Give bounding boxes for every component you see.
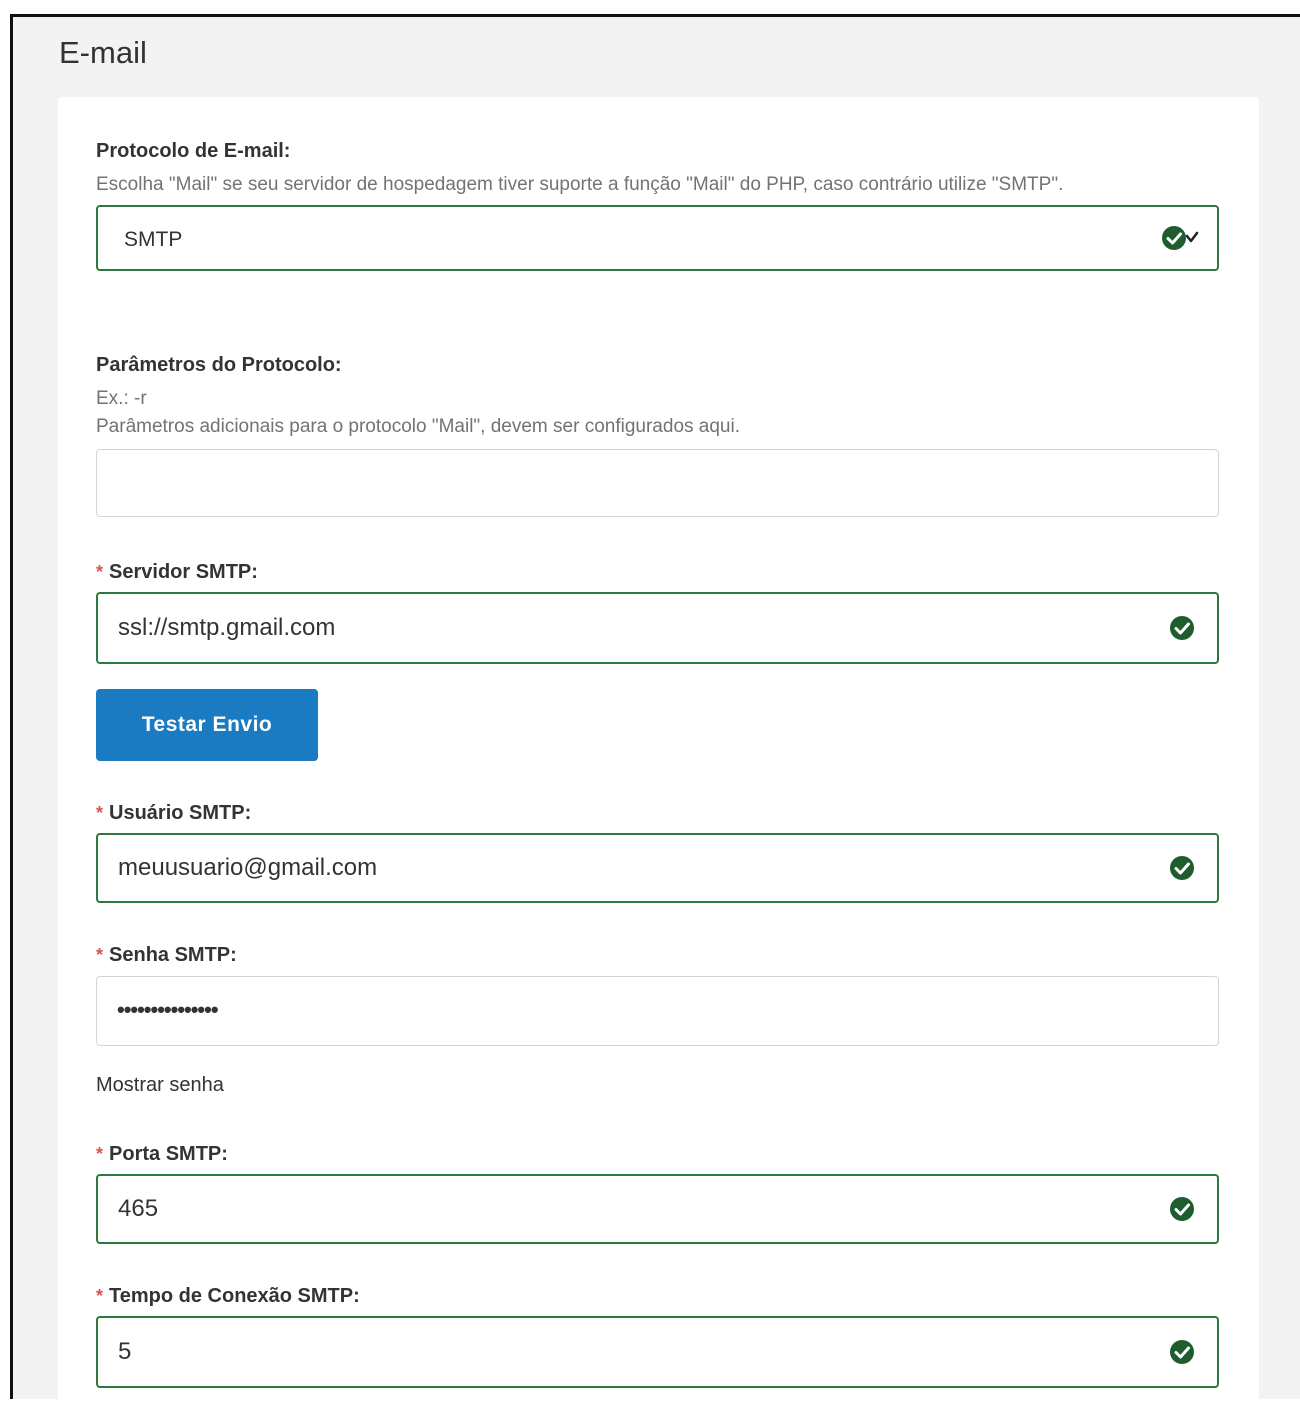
smtp-port-value: 465: [118, 1195, 159, 1222]
protocol-select[interactable]: SMTP: [96, 205, 1219, 271]
smtp-password-field: * Senha SMTP: •••••••••••••••: [96, 943, 1219, 1046]
show-password-toggle[interactable]: Mostrar senha: [96, 1074, 224, 1097]
page-title: E-mail: [59, 35, 147, 70]
protocol-selected-value: SMTP: [124, 228, 183, 251]
required-marker: *: [96, 803, 104, 823]
smtp-user-field: * Usuário SMTP: meuusuario@gmail.com: [96, 801, 1219, 903]
smtp-user-value: meuusuario@gmail.com: [118, 854, 378, 881]
smtp-timeout-label: * Tempo de Conexão SMTP:: [96, 1285, 360, 1307]
required-marker: *: [96, 1144, 104, 1164]
smtp-password-value: •••••••••••••••: [117, 997, 219, 1022]
smtp-port-label: * Porta SMTP:: [96, 1143, 228, 1165]
smtp-password-label: * Senha SMTP:: [96, 944, 237, 966]
smtp-server-field: * Servidor SMTP: ssl://smtp.gmail.com: [96, 560, 1219, 664]
test-send-button[interactable]: Testar Envio: [96, 689, 318, 761]
smtp-timeout-value: 5: [118, 1338, 132, 1365]
params-example: Ex.: -r: [96, 388, 147, 409]
params-help: Parâmetros adicionais para o protocolo "…: [96, 416, 740, 437]
smtp-port-field: * Porta SMTP: 465: [96, 1142, 1219, 1244]
smtp-timeout-field: * Tempo de Conexão SMTP: 5: [96, 1284, 1219, 1388]
params-input[interactable]: [96, 449, 1219, 517]
smtp-server-input[interactable]: ssl://smtp.gmail.com: [96, 592, 1219, 664]
settings-frame: E-mail Protocolo de E-mail: Escolha "Mai…: [10, 14, 1300, 1417]
email-settings-card: Protocolo de E-mail: Escolha "Mail" se s…: [58, 97, 1259, 1417]
smtp-server-label: * Servidor SMTP:: [96, 561, 258, 583]
params-label: Parâmetros do Protocolo:: [96, 354, 342, 376]
smtp-password-input[interactable]: •••••••••••••••: [96, 976, 1219, 1046]
required-marker: *: [96, 562, 104, 582]
params-field: Parâmetros do Protocolo: Ex.: -r Parâmet…: [96, 353, 1219, 517]
check-circle-icon: [1170, 1340, 1194, 1364]
check-circle-icon: [1170, 616, 1194, 640]
protocol-label: Protocolo de E-mail:: [96, 140, 291, 162]
required-marker: *: [96, 1286, 104, 1306]
smtp-server-value: ssl://smtp.gmail.com: [118, 614, 336, 641]
smtp-user-label: * Usuário SMTP:: [96, 802, 252, 824]
check-circle-icon: [1162, 226, 1199, 250]
protocol-help: Escolha "Mail" se seu servidor de hosped…: [96, 174, 1064, 195]
check-circle-icon: [1170, 856, 1194, 880]
smtp-user-input[interactable]: meuusuario@gmail.com: [96, 833, 1219, 903]
check-circle-icon: [1170, 1197, 1194, 1221]
smtp-port-input[interactable]: 465: [96, 1174, 1219, 1244]
protocol-field: Protocolo de E-mail: Escolha "Mail" se s…: [96, 139, 1219, 271]
required-marker: *: [96, 945, 104, 965]
smtp-timeout-input[interactable]: 5: [96, 1316, 1219, 1388]
